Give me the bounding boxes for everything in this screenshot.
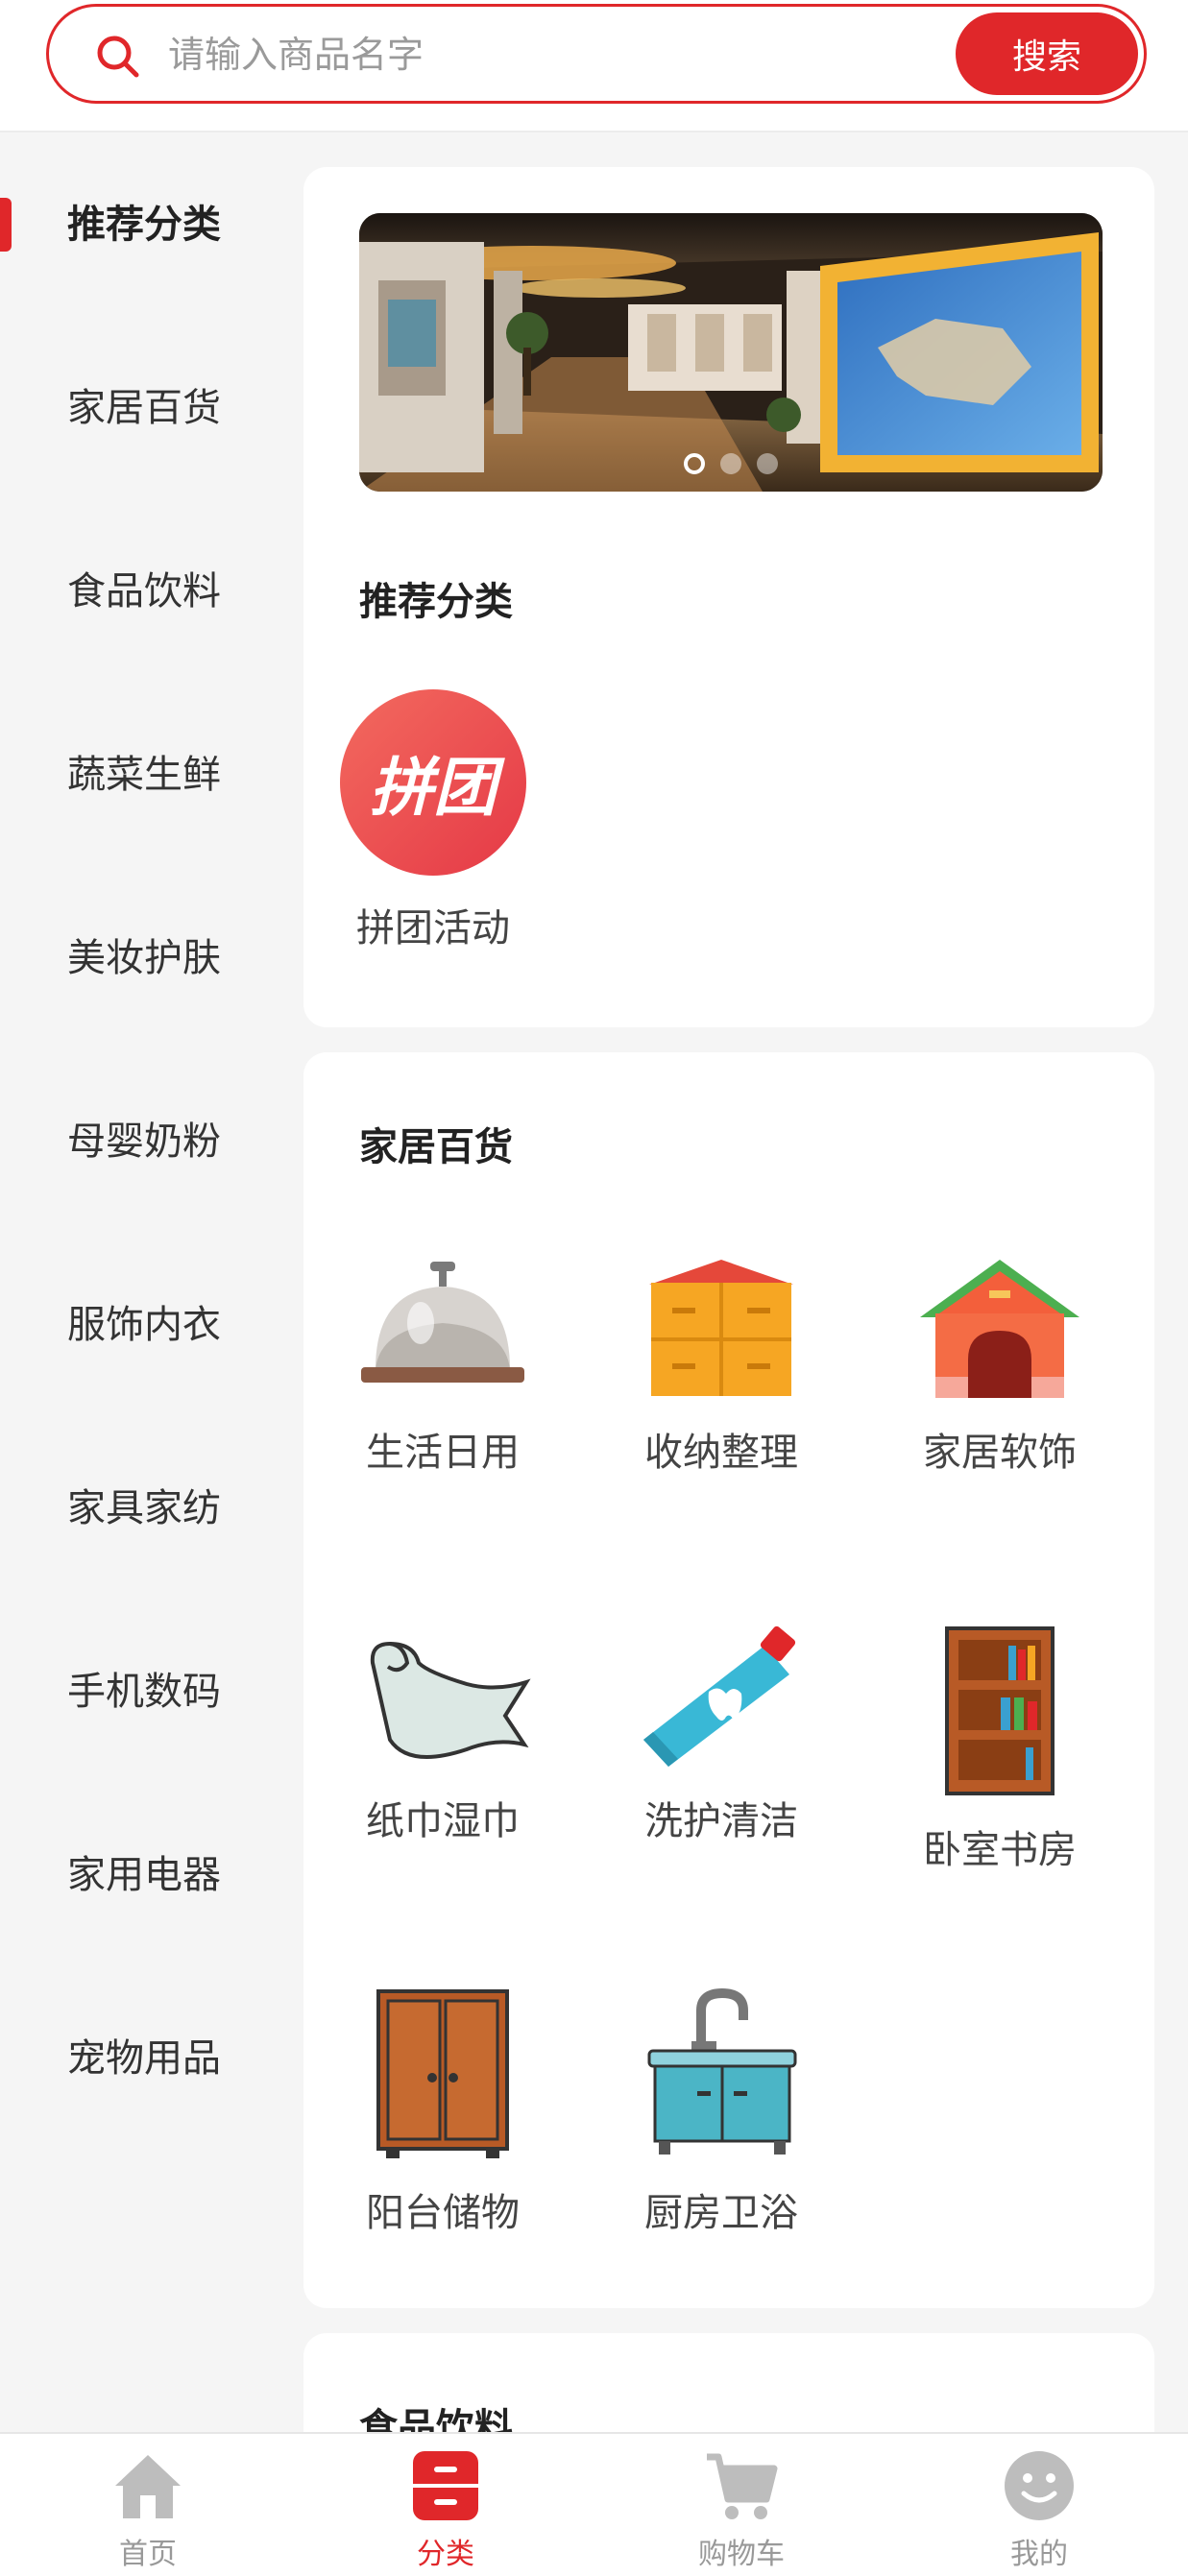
banner-dot[interactable] xyxy=(757,453,778,474)
category-label: 洗护清洁 xyxy=(644,1799,798,1843)
group-buy-icon-text: 拼团 xyxy=(370,751,497,825)
category-label: 拼团活动 xyxy=(356,906,510,951)
category-item-tissue[interactable]: 纸巾湿巾 xyxy=(323,1625,563,1845)
category-label: 家居软饰 xyxy=(923,1431,1077,1475)
sidebar-item-fresh[interactable]: 蔬菜生鲜 xyxy=(0,713,302,829)
category-item-daily-use[interactable]: 生活日用 xyxy=(323,1256,563,1477)
sidebar-item-home-goods[interactable]: 家居百货 xyxy=(0,347,302,462)
bookshelf-icon xyxy=(945,1626,1055,1795)
house-icon xyxy=(920,1260,1079,1398)
wardrobe-icon xyxy=(376,1989,509,2158)
category-item-balcony-storage[interactable]: 阳台储物 xyxy=(323,1987,563,2237)
category-sidebar: 推荐分类 家居百货 食品饮料 蔬菜生鲜 美妆护肤 母婴奶粉 服饰内衣 家具家纺 … xyxy=(0,134,302,2429)
section-title-home-goods: 家居百货 xyxy=(359,1125,513,1169)
home-goods-card: 家居百货 生活日用 收纳整理 家居软饰 纸巾湿巾 洗护清洁 卧室书房 阳台储物 … xyxy=(303,1052,1154,2308)
category-item-cleaning[interactable]: 洗护清洁 xyxy=(601,1625,841,1845)
bottom-tab-bar: 首页 分类 购物车 我的 xyxy=(0,2432,1188,2576)
tab-label: 购物车 xyxy=(698,2538,785,2571)
tab-cart[interactable]: 购物车 xyxy=(645,2447,837,2572)
category-label: 生活日用 xyxy=(366,1431,520,1475)
group-buy-icon: 拼团 xyxy=(340,689,526,876)
sidebar-item-furniture[interactable]: 家具家纺 xyxy=(0,1447,302,1562)
category-label: 阳台储物 xyxy=(366,2191,520,2235)
search-button[interactable]: 搜索 xyxy=(956,12,1138,95)
storage-cabinet-icon xyxy=(649,1260,793,1396)
category-item-kitchen-bath[interactable]: 厨房卫浴 xyxy=(601,1987,841,2237)
sidebar-item-baby[interactable]: 母婴奶粉 xyxy=(0,1080,302,1195)
category-icon xyxy=(413,2451,478,2520)
banner-pagination xyxy=(359,453,1103,474)
sidebar-item-digital[interactable]: 手机数码 xyxy=(0,1630,302,1745)
tab-label: 分类 xyxy=(417,2538,474,2571)
category-item-soft-decor[interactable]: 家居软饰 xyxy=(880,1256,1120,1477)
section-title-recommend: 推荐分类 xyxy=(359,580,513,624)
home-icon xyxy=(115,2455,181,2518)
sidebar-item-clothing[interactable]: 服饰内衣 xyxy=(0,1264,302,1379)
category-label: 厨房卫浴 xyxy=(644,2191,798,2235)
sidebar-item-pets[interactable]: 宠物用品 xyxy=(0,1997,302,2112)
tab-profile[interactable]: 我的 xyxy=(943,2447,1135,2572)
tab-label: 我的 xyxy=(1010,2538,1068,2571)
category-item-storage[interactable]: 收纳整理 xyxy=(601,1256,841,1477)
category-label: 收纳整理 xyxy=(644,1431,798,1475)
tab-label: 首页 xyxy=(119,2538,177,2571)
search-icon xyxy=(97,36,139,78)
banner-dot-active[interactable] xyxy=(684,453,705,474)
recommend-card: 推荐分类 拼团 拼团活动 xyxy=(303,167,1154,1027)
tab-home[interactable]: 首页 xyxy=(52,2447,244,2572)
sidebar-item-food[interactable]: 食品饮料 xyxy=(0,530,302,645)
tissue-icon xyxy=(370,1641,531,1759)
service-bell-icon xyxy=(361,1262,524,1383)
category-label: 卧室书房 xyxy=(923,1828,1077,1872)
search-bar: 搜索 xyxy=(46,4,1147,104)
toothpaste-icon xyxy=(643,1625,796,1767)
banner-dot[interactable] xyxy=(720,453,741,474)
sink-icon xyxy=(647,1987,797,2155)
banner-image[interactable] xyxy=(359,213,1103,492)
tab-category[interactable]: 分类 xyxy=(350,2447,542,2572)
category-item-group-buy[interactable]: 拼团 拼团活动 xyxy=(313,689,553,952)
profile-icon xyxy=(1005,2451,1074,2520)
category-label: 纸巾湿巾 xyxy=(366,1799,520,1843)
sidebar-item-recommend[interactable]: 推荐分类 xyxy=(0,163,302,278)
cart-icon xyxy=(707,2453,778,2519)
category-item-bedroom-study[interactable]: 卧室书房 xyxy=(880,1625,1120,1874)
sidebar-item-appliances[interactable]: 家用电器 xyxy=(0,1814,302,1929)
sidebar-item-beauty[interactable]: 美妆护肤 xyxy=(0,897,302,1012)
header: 搜索 xyxy=(0,0,1188,132)
search-input[interactable] xyxy=(168,24,956,85)
exhibition-hall-image xyxy=(359,213,1103,492)
